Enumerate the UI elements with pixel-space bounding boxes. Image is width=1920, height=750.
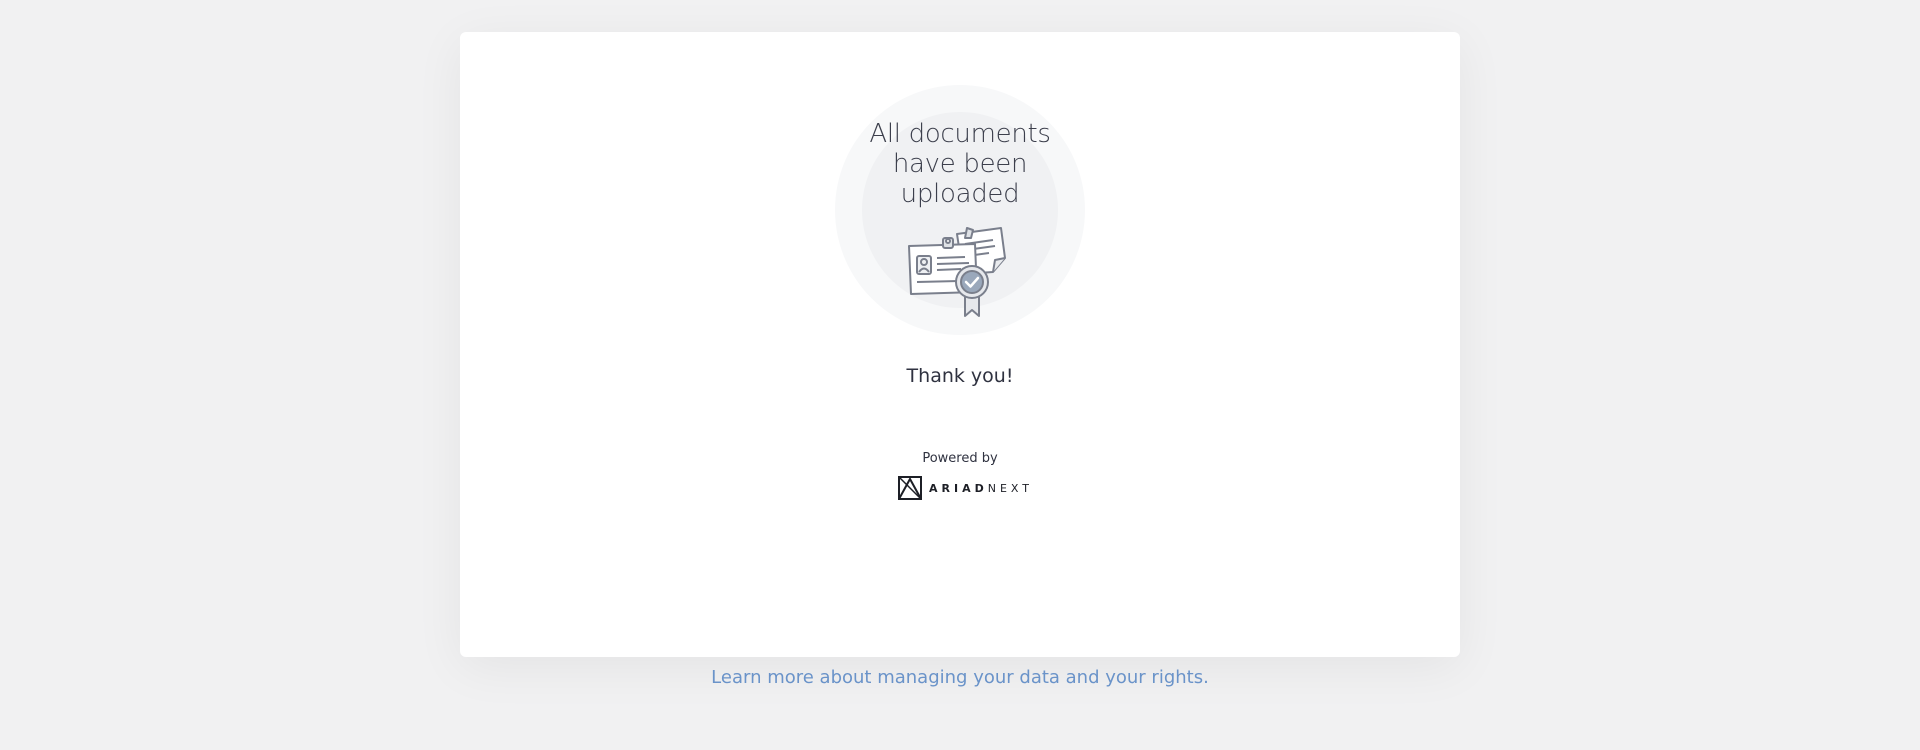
- brand-logo: ARIADNEXT: [898, 476, 1033, 500]
- status-title: All documents have been uploaded: [869, 119, 1051, 209]
- status-halo: All documents have been uploaded: [835, 85, 1085, 335]
- brand-name: ARIADNEXT: [929, 482, 1033, 495]
- id-card-and-certificate-icon: [908, 227, 1006, 317]
- powered-by-label: Powered by: [922, 451, 998, 466]
- privacy-rights-link[interactable]: Learn more about managing your data and …: [0, 667, 1920, 688]
- brand-name-light: NEXT: [987, 481, 1033, 495]
- ariadnext-logo-icon: [898, 476, 922, 500]
- thank-you-message: Thank you!: [906, 365, 1014, 387]
- brand-name-strong: ARIAD: [929, 481, 988, 495]
- upload-complete-card: All documents have been uploaded Thank y…: [460, 32, 1460, 657]
